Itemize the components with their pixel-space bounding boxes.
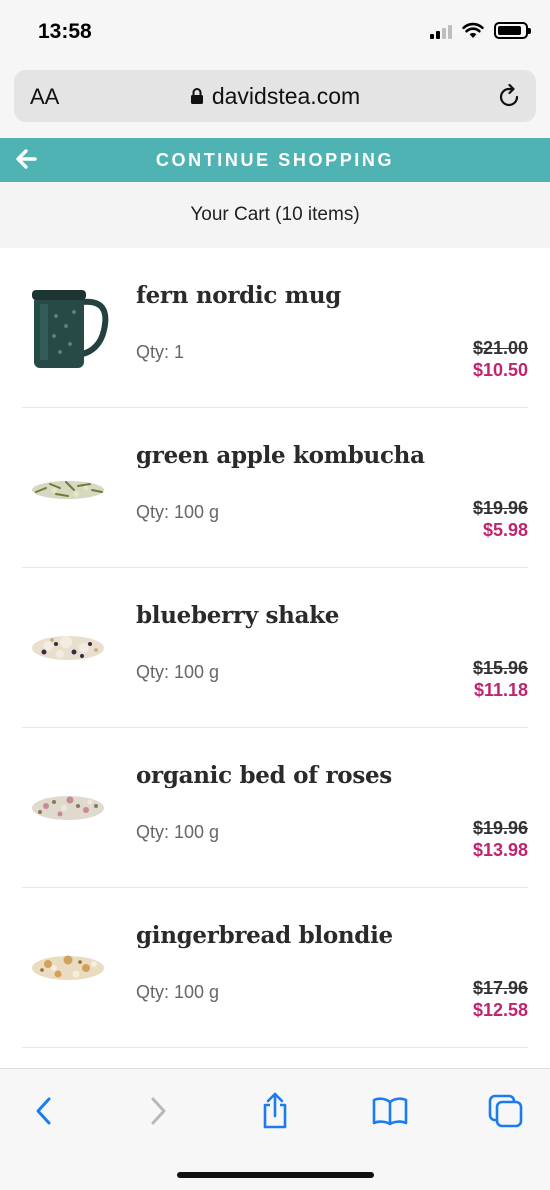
cart-item-list: fern nordic mug Qty: 1 $21.00 $10.50 gre… xyxy=(0,248,550,1048)
loose-tea-icon xyxy=(32,955,104,980)
bookmarks-button[interactable] xyxy=(368,1091,412,1131)
product-image-gingerbread-blend[interactable] xyxy=(26,922,110,1014)
arrow-left-icon[interactable] xyxy=(14,147,38,171)
product-name[interactable]: green apple kombucha xyxy=(136,442,425,469)
cart-item[interactable]: gingerbread blondie Qty: 100 g $17.96 $1… xyxy=(22,888,528,1048)
cart-item[interactable]: organic bed of roses Qty: 100 g $19.96 $… xyxy=(22,728,528,888)
mug-icon xyxy=(32,290,109,368)
home-indicator xyxy=(177,1172,374,1178)
original-price: $19.96 xyxy=(472,498,528,518)
battery-icon xyxy=(494,22,531,39)
product-image-mug[interactable] xyxy=(26,282,110,374)
product-name[interactable]: fern nordic mug xyxy=(136,282,341,309)
product-quantity: Qty: 100 g xyxy=(136,502,220,522)
product-image-blueberry-blend[interactable] xyxy=(26,602,110,694)
sale-price: $5.98 xyxy=(482,520,528,540)
status-time: 13:58 xyxy=(38,20,92,43)
product-name[interactable]: blueberry shake xyxy=(136,602,339,629)
sale-price: $11.18 xyxy=(473,680,528,700)
cart-item[interactable]: green apple kombucha Qty: 100 g $19.96 $… xyxy=(22,408,528,568)
battery-level xyxy=(498,26,522,35)
product-image-rose-blend[interactable] xyxy=(26,762,110,854)
continue-shopping-label: CONTINUE SHOPPING xyxy=(155,149,395,170)
forward-button[interactable] xyxy=(136,1091,180,1131)
original-price: $19.96 xyxy=(472,818,528,838)
address-bar[interactable]: AA davidstea.com xyxy=(14,70,536,122)
original-price: $21.00 xyxy=(472,338,528,358)
tabs-button[interactable] xyxy=(484,1091,528,1131)
cart-title: Your Cart (10 items) xyxy=(0,182,550,248)
wifi-icon xyxy=(462,22,484,38)
lock-icon xyxy=(190,87,203,104)
sale-price: $13.98 xyxy=(472,840,528,860)
sale-price: $12.58 xyxy=(472,1000,528,1020)
product-quantity: Qty: 1 xyxy=(136,342,185,362)
share-icon xyxy=(263,1092,287,1129)
product-quantity: Qty: 100 g xyxy=(136,822,220,842)
product-quantity: Qty: 100 g xyxy=(136,982,220,1002)
product-quantity: Qty: 100 g xyxy=(136,662,220,682)
browser-url-area: AA davidstea.com xyxy=(0,62,550,138)
loose-tea-icon xyxy=(32,481,104,499)
reload-icon[interactable] xyxy=(496,82,522,110)
product-image-green-tea[interactable] xyxy=(26,442,110,534)
original-price: $17.96 xyxy=(472,978,528,998)
back-button[interactable] xyxy=(22,1091,66,1131)
back-icon xyxy=(36,1097,51,1125)
loose-tea-icon xyxy=(32,636,104,660)
product-name[interactable]: organic bed of roses xyxy=(136,762,392,789)
loose-tea-icon xyxy=(32,796,104,820)
original-price: $15.96 xyxy=(472,658,528,678)
product-name[interactable]: gingerbread blondie xyxy=(136,922,393,949)
status-bar: 13:58 xyxy=(0,0,550,62)
forward-icon xyxy=(151,1097,166,1125)
url-display[interactable]: davidstea.com xyxy=(14,83,536,110)
share-button[interactable] xyxy=(253,1091,297,1131)
sale-price: $10.50 xyxy=(472,360,528,380)
bookmarks-icon xyxy=(372,1097,408,1126)
cellular-signal-icon xyxy=(430,23,452,39)
cart-item[interactable]: blueberry shake Qty: 100 g $15.96 $11.18 xyxy=(22,568,528,728)
url-text: davidstea.com xyxy=(211,83,361,109)
continue-shopping-bar[interactable]: CONTINUE SHOPPING xyxy=(0,138,550,182)
browser-toolbar xyxy=(0,1068,550,1190)
tabs-icon xyxy=(488,1094,523,1128)
status-icons xyxy=(430,22,531,39)
cart-item[interactable]: fern nordic mug Qty: 1 $21.00 $10.50 xyxy=(22,248,528,408)
